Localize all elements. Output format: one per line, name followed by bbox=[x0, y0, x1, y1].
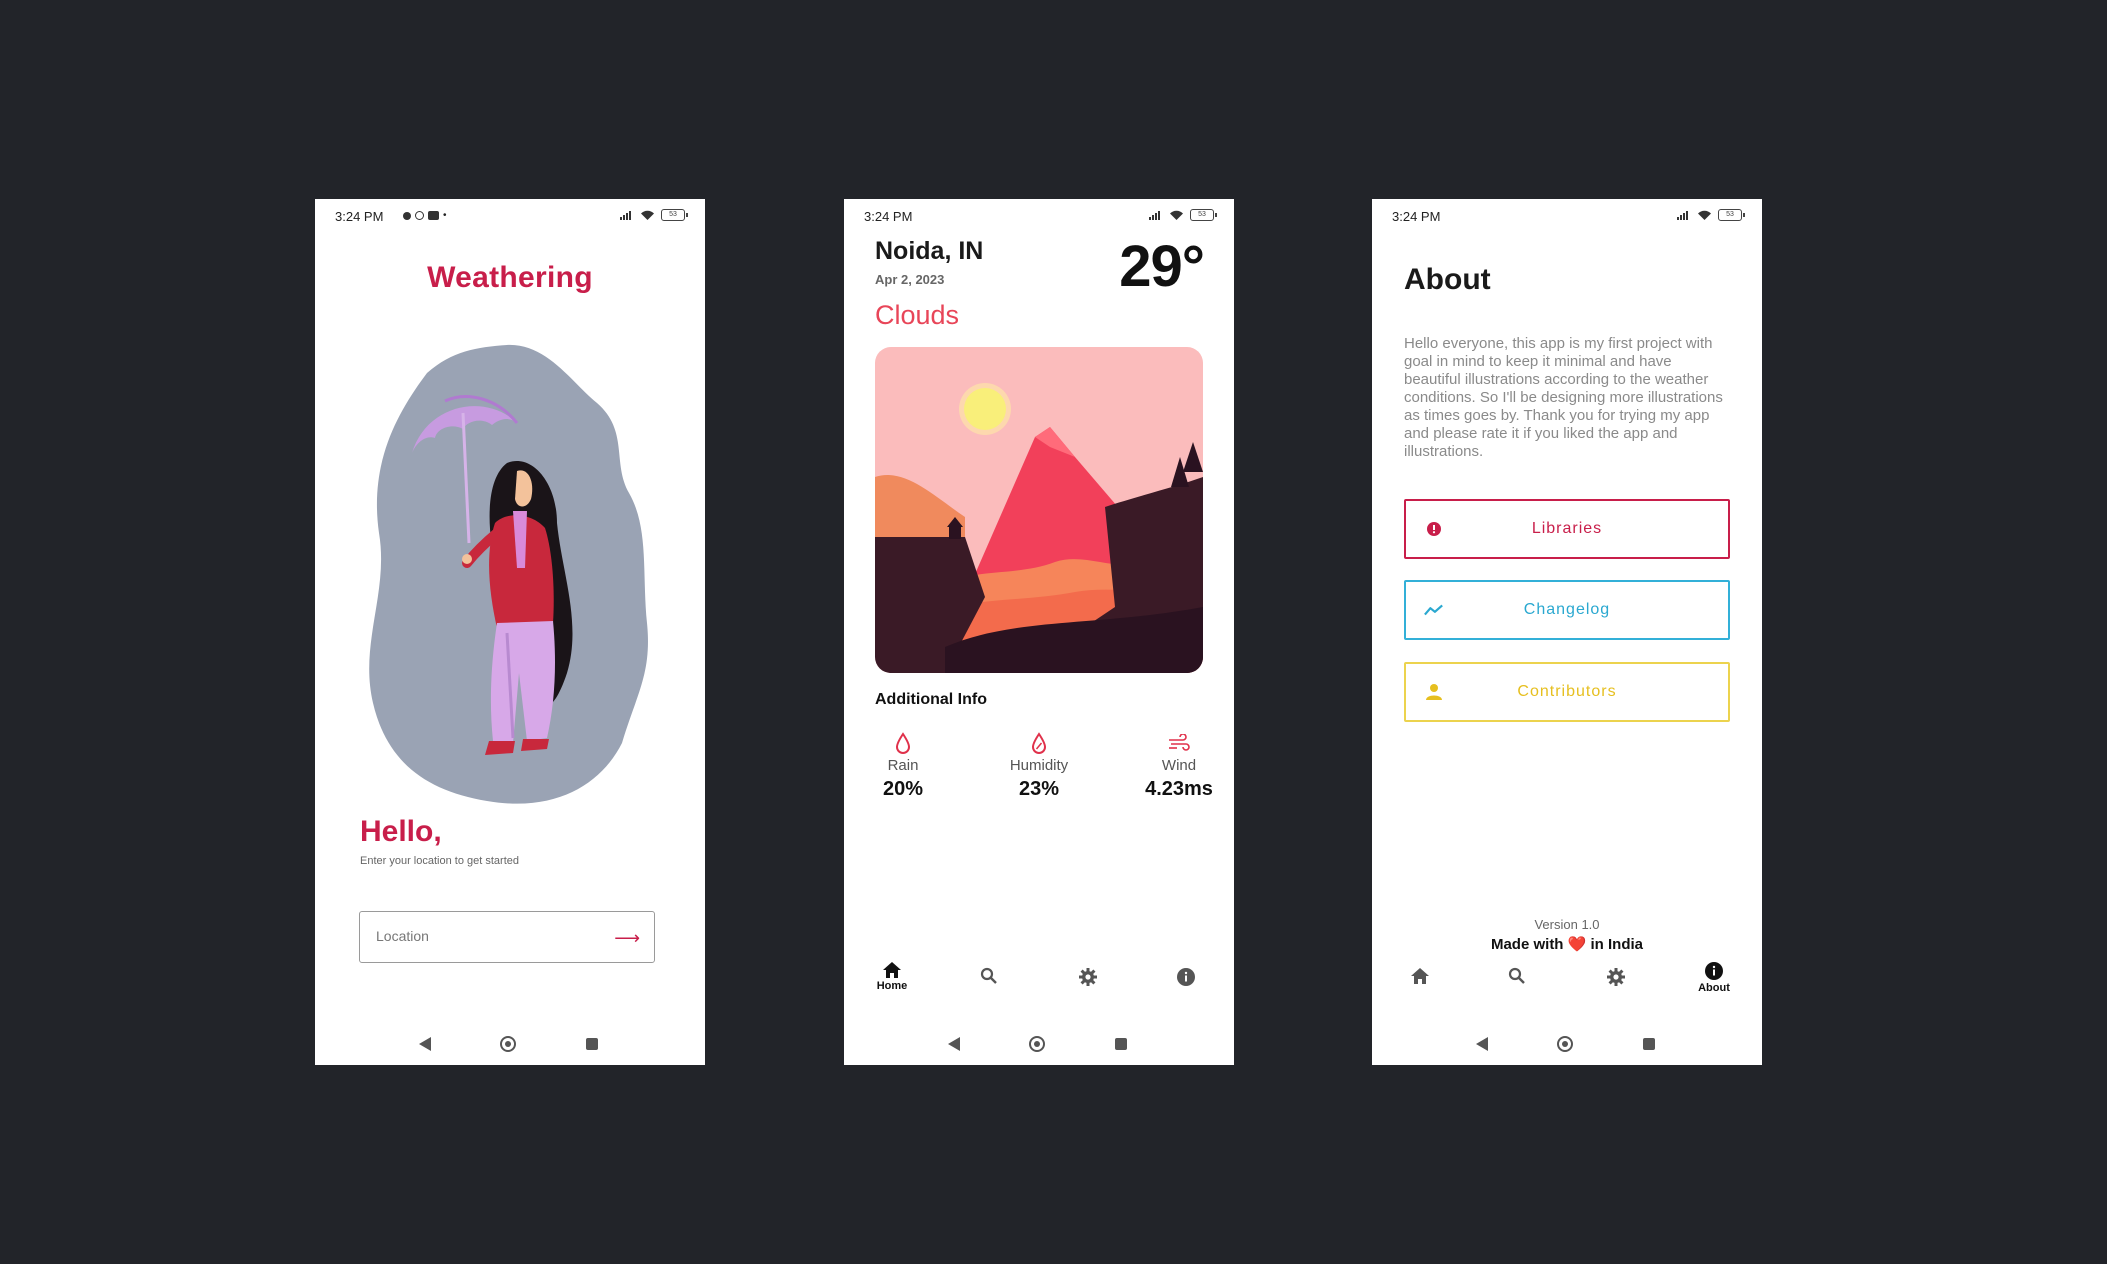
rain-label: Rain bbox=[887, 757, 919, 774]
info-icon bbox=[1177, 968, 1195, 986]
home-icon bbox=[883, 962, 901, 978]
nav-settings[interactable] bbox=[1586, 967, 1646, 987]
recents-icon[interactable] bbox=[1115, 1038, 1127, 1050]
status-time: 3:24 PM bbox=[1392, 209, 1441, 224]
system-icons: 53 bbox=[1149, 209, 1217, 221]
weather-condition: Clouds bbox=[875, 300, 960, 330]
made-with-suffix: in India bbox=[1590, 936, 1644, 953]
hello-heading: Hello, bbox=[360, 815, 442, 848]
system-navigation-bar bbox=[315, 1031, 705, 1057]
nav-search[interactable] bbox=[959, 967, 1019, 985]
battery-icon: 53 bbox=[1718, 209, 1745, 221]
wind-label: Wind bbox=[1161, 757, 1197, 774]
changelog-label: Changelog bbox=[1523, 601, 1611, 618]
temperature: 29° bbox=[1119, 234, 1205, 299]
humidity-stat: Humidity 23% bbox=[989, 729, 1089, 801]
about-screen: 3:24 PM 53 About Hello everyone, this ap… bbox=[1372, 199, 1762, 1065]
current-date: Apr 2, 2023 bbox=[875, 272, 945, 287]
humidity-icon bbox=[1031, 732, 1047, 754]
gear-icon bbox=[1079, 968, 1097, 986]
home-circle-icon[interactable] bbox=[1557, 1036, 1573, 1052]
nav-home[interactable] bbox=[1390, 967, 1450, 985]
system-navigation-bar bbox=[844, 1031, 1234, 1057]
woman-with-umbrella-illustration bbox=[369, 344, 648, 804]
hello-subtitle: Enter your location to get started bbox=[360, 855, 519, 867]
wind-stat: Wind 4.23ms bbox=[1129, 729, 1229, 801]
libraries-button[interactable]: Libraries bbox=[1404, 499, 1730, 559]
signal-icon bbox=[1677, 211, 1688, 220]
home-screen: 3:24 PM 53 Noida, IN Apr 2, 2023 29° Clo… bbox=[844, 199, 1234, 1065]
rain-value: 20% bbox=[882, 778, 924, 800]
system-icons: 53 bbox=[1677, 209, 1745, 221]
home-circle-icon[interactable] bbox=[1029, 1036, 1045, 1052]
home-icon bbox=[1411, 968, 1429, 984]
welcome-screen: 3:24 PM • 53 Weathering Hello, Enter you… bbox=[315, 199, 705, 1065]
nav-about[interactable]: About bbox=[1684, 961, 1744, 994]
made-with-love: Made with ❤️ in India bbox=[1372, 935, 1762, 953]
version-label: Version 1.0 bbox=[1534, 917, 1600, 932]
changelog-button[interactable]: Changelog bbox=[1404, 580, 1730, 640]
nav-about-label: About bbox=[1698, 982, 1730, 994]
libraries-label: Libraries bbox=[1531, 520, 1603, 537]
wind-icon bbox=[1169, 734, 1190, 751]
recents-icon[interactable] bbox=[1643, 1038, 1655, 1050]
bottom-navigation: Home bbox=[844, 961, 1234, 1017]
humidity-value: 23% bbox=[1018, 778, 1060, 800]
gear-icon bbox=[1607, 968, 1625, 986]
nav-about[interactable] bbox=[1156, 967, 1216, 987]
status-time: 3:24 PM bbox=[335, 209, 384, 224]
about-description: Hello everyone, this app is my first pro… bbox=[1404, 335, 1723, 460]
status-bar: 3:24 PM 53 bbox=[1392, 209, 1745, 225]
back-icon[interactable] bbox=[1476, 1037, 1488, 1051]
app-title: Weathering bbox=[427, 261, 593, 294]
info-icon bbox=[1705, 962, 1723, 980]
contributors-button[interactable]: Contributors bbox=[1404, 662, 1730, 722]
battery-icon: 53 bbox=[1190, 209, 1217, 221]
notification-icon bbox=[403, 211, 411, 220]
additional-info-heading: Additional Info bbox=[875, 691, 987, 708]
wind-value: 4.23ms bbox=[1145, 778, 1213, 800]
home-circle-icon[interactable] bbox=[500, 1036, 516, 1052]
wifi-icon bbox=[1698, 210, 1711, 220]
made-with-prefix: Made with bbox=[1490, 936, 1564, 953]
back-icon[interactable] bbox=[948, 1037, 960, 1051]
whatsapp-icon bbox=[415, 211, 424, 220]
status-bar: 3:24 PM • 53 bbox=[335, 209, 688, 225]
message-icon bbox=[428, 211, 439, 220]
heart-icon: ❤️ bbox=[1567, 936, 1587, 953]
search-icon bbox=[1508, 967, 1525, 984]
status-bar: 3:24 PM 53 bbox=[864, 209, 1217, 225]
location-field[interactable]: ⟶ bbox=[359, 911, 655, 963]
system-icons: 53 bbox=[620, 209, 688, 221]
signal-icon bbox=[1149, 211, 1160, 220]
nav-home[interactable]: Home bbox=[862, 961, 922, 992]
city-name: Noida, IN bbox=[875, 237, 984, 265]
rain-stat: Rain 20% bbox=[853, 729, 953, 801]
wifi-icon bbox=[641, 210, 654, 220]
signal-icon bbox=[620, 211, 631, 220]
more-notifications-icon: • bbox=[443, 210, 447, 221]
humidity-label: Humidity bbox=[1009, 757, 1069, 774]
battery-icon: 53 bbox=[661, 209, 688, 221]
bottom-navigation: About bbox=[1372, 961, 1762, 1017]
arrow-right-icon[interactable]: ⟶ bbox=[614, 929, 640, 947]
nav-settings[interactable] bbox=[1058, 967, 1118, 987]
search-icon bbox=[980, 967, 997, 984]
location-input[interactable] bbox=[374, 927, 598, 945]
weather-illustration bbox=[875, 347, 1203, 673]
nav-search[interactable] bbox=[1487, 967, 1547, 985]
nav-home-label: Home bbox=[876, 980, 908, 992]
recents-icon[interactable] bbox=[586, 1038, 598, 1050]
raindrop-icon bbox=[895, 732, 911, 754]
system-navigation-bar bbox=[1372, 1031, 1762, 1057]
page-title: About bbox=[1404, 263, 1491, 296]
notification-icons: • bbox=[403, 210, 447, 221]
contributors-label: Contributors bbox=[1517, 683, 1617, 700]
back-icon[interactable] bbox=[419, 1037, 431, 1051]
wifi-icon bbox=[1170, 210, 1183, 220]
status-time: 3:24 PM bbox=[864, 209, 913, 224]
